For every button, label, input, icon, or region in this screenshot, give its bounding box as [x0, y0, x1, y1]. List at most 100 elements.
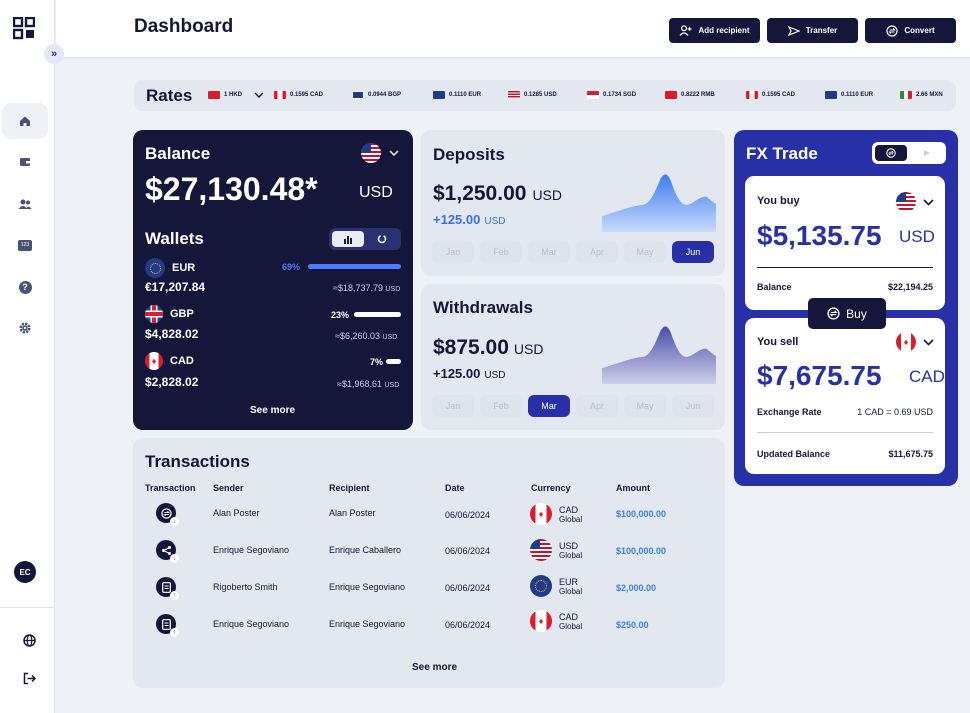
- wallet-cad[interactable]: ♦ CAD: [145, 352, 194, 370]
- month-tab[interactable]: Jan: [432, 395, 474, 417]
- fx-buy-amount[interactable]: $5,135.75: [757, 220, 882, 252]
- add-recipient-button[interactable]: Add recipient: [669, 18, 760, 43]
- arrow-down-icon: ↓: [170, 517, 179, 526]
- sidebar-item-settings[interactable]: [2, 310, 48, 346]
- balance-see-more-link[interactable]: See more: [250, 405, 295, 416]
- fx-send-mode-button[interactable]: [911, 145, 943, 161]
- play-icon: [924, 150, 930, 156]
- rate-item: 0.1595 CAD: [746, 91, 795, 99]
- eu-flag-icon: [145, 258, 165, 278]
- sidebar-item-users[interactable]: [2, 186, 48, 222]
- fx-sell-label: You sell: [757, 336, 799, 348]
- eu-flag-icon: [433, 91, 445, 99]
- bar-chart-view-button[interactable]: [332, 231, 364, 247]
- ca-flag-icon: [746, 91, 758, 99]
- transactions-see-more-link[interactable]: See more: [412, 662, 457, 673]
- sidebar-item-logout[interactable]: [6, 660, 52, 696]
- rate-item: 0.8222 RMB: [665, 91, 715, 99]
- fx-sell-amount[interactable]: $7,675.75: [757, 360, 882, 392]
- globe-icon: [22, 633, 36, 647]
- chevron-down-icon[interactable]: [254, 92, 264, 98]
- month-tab[interactable]: Jun: [672, 241, 714, 263]
- wallet-approx: ≈$18,737.79 USD: [333, 283, 400, 293]
- rate-item: 0.1595 CAD: [274, 91, 323, 99]
- deposits-amount: $1,250.00: [433, 182, 527, 205]
- fx-rate-label: Exchange Rate: [757, 407, 822, 417]
- month-tab[interactable]: Apr: [576, 395, 618, 417]
- transfer-label: Transfer: [805, 26, 838, 35]
- grid-logo[interactable]: [13, 17, 35, 41]
- table-cell-currency: USD Global: [530, 539, 582, 561]
- buy-button[interactable]: Buy: [808, 298, 886, 329]
- expand-sidebar-button[interactable]: »: [44, 44, 64, 64]
- balance-currency-select[interactable]: [361, 143, 399, 163]
- month-tab[interactable]: Mar: [528, 241, 570, 263]
- fx-convert-mode-button[interactable]: [875, 145, 907, 161]
- ca-flag-icon: ♦: [145, 352, 163, 370]
- sidebar-item-help[interactable]: ?: [2, 269, 48, 305]
- month-tab[interactable]: Feb: [480, 395, 522, 417]
- fx-sell-currency-select[interactable]: ♦: [896, 332, 934, 352]
- avatar[interactable]: EC: [14, 561, 36, 583]
- table-cell-amount[interactable]: $2,000.00: [616, 583, 656, 593]
- rate-label: 0.1285 USD: [524, 92, 557, 98]
- fx-buy-currency-select[interactable]: [896, 192, 934, 212]
- wallet-percent: 69%: [282, 262, 301, 272]
- month-tab[interactable]: Jun: [672, 395, 714, 417]
- wallet-percent: 7%: [370, 357, 384, 367]
- wallet-approx-value: ≈$1,968.61: [337, 379, 382, 389]
- share-icon: ↓: [156, 540, 179, 563]
- arrow-down-icon: ↓: [170, 554, 179, 563]
- add-recipient-label: Add recipient: [698, 26, 750, 35]
- fx-buy-divider: [757, 267, 933, 268]
- table-cell-date: 06/06/2024: [445, 510, 491, 520]
- month-tab[interactable]: May: [624, 395, 666, 417]
- sidebar-item-language[interactable]: [6, 622, 52, 658]
- convert-button[interactable]: Convert: [865, 18, 956, 43]
- transactions-card: Transactions See more: [133, 438, 725, 688]
- convert-icon: [886, 148, 896, 158]
- month-tab[interactable]: May: [624, 241, 666, 263]
- fx-rate-value: 1 CAD = 0.69 USD: [857, 407, 933, 417]
- wallet-approx: ≈$6,260.03 USD: [335, 331, 397, 341]
- table-cell-recipient: Enrique Caballero: [329, 545, 402, 555]
- sidebar-item-home[interactable]: [2, 103, 48, 139]
- table-cell-amount[interactable]: $100,000.00: [616, 546, 666, 556]
- home-icon: [20, 116, 30, 126]
- deposits-sparkline: [602, 174, 716, 232]
- month-tab[interactable]: Feb: [480, 241, 522, 263]
- withdrawals-change-value: +125.00: [433, 366, 481, 381]
- sidebar-item-numbers[interactable]: 123: [2, 227, 48, 263]
- sg-flag-icon: [587, 91, 599, 99]
- sidebar-item-wallet[interactable]: [2, 144, 48, 180]
- rate-label: 0.1595 CAD: [290, 92, 324, 98]
- month-tab[interactable]: Mar: [528, 395, 570, 417]
- wallet-gbp[interactable]: GBP: [145, 305, 194, 323]
- table-cell-amount[interactable]: $250.00: [616, 620, 649, 630]
- add-user-icon: [679, 25, 692, 36]
- convert-icon: [886, 24, 898, 37]
- currency-scope: Global: [559, 514, 583, 524]
- ca-flag-icon: ♦: [530, 610, 552, 632]
- deposits-amount-row: $1,250.00 USD: [433, 182, 562, 206]
- month-tab[interactable]: Apr: [576, 241, 618, 263]
- wallet-eur[interactable]: EUR: [145, 258, 195, 278]
- rate-item[interactable]: 1 HKD: [208, 91, 264, 99]
- document-icon: ↑: [156, 614, 179, 637]
- month-tab[interactable]: Jan: [432, 241, 474, 263]
- transfer-button[interactable]: Transfer: [767, 18, 858, 43]
- rate-item: 0.0944 BGP: [352, 91, 401, 99]
- table-cell-amount[interactable]: $100,000.00: [616, 509, 666, 519]
- currency-scope: Global: [559, 586, 583, 596]
- fx-sell-divider: [757, 432, 933, 433]
- withdrawals-sparkline: [602, 326, 716, 384]
- rate-label: 0.8222 RMB: [681, 92, 715, 98]
- document-icon: ↑: [156, 577, 179, 600]
- fx-updated-value: $11,675.75: [888, 449, 933, 459]
- wallet-icon: [20, 158, 30, 166]
- donut-chart-view-button[interactable]: [366, 231, 398, 247]
- table-cell-sender: Alan Poster: [213, 508, 260, 518]
- deposits-change: +125.00 USD: [433, 212, 505, 227]
- withdrawals-month-tabs: Jan Feb Mar Apr May Jun: [432, 395, 714, 417]
- wallet-approx-value: ≈$18,737.79: [333, 283, 383, 293]
